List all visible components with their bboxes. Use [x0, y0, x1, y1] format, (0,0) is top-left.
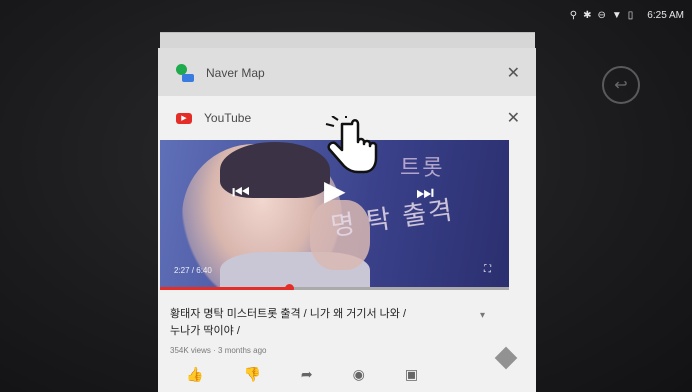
- wifi-icon: ▼: [611, 9, 622, 21]
- bluetooth-icon: ✱: [583, 9, 592, 21]
- video-time: 2:27 / 6:40: [174, 266, 212, 275]
- close-icon[interactable]: ✕: [507, 108, 520, 128]
- dnd-icon: ⊖: [597, 9, 606, 21]
- next-icon[interactable]: ⏭: [416, 182, 434, 205]
- share-icon[interactable]: ➦: [301, 366, 313, 383]
- video-actions: 👍 👎 ➦ ◉ ▣: [186, 366, 418, 383]
- status-time: 6:25 AM: [647, 9, 684, 21]
- back-button[interactable]: ↩: [602, 66, 640, 104]
- video-overlay-text: 트롯: [400, 156, 445, 181]
- video-progress-scrubber[interactable]: [285, 284, 295, 290]
- back-arrow-icon: ↩: [614, 77, 628, 94]
- video-title-line: 누나가 딱이야 /: [170, 325, 240, 337]
- previous-icon[interactable]: ⏮: [232, 182, 250, 205]
- naver-map-icon: [176, 64, 194, 82]
- thumbs-down-icon[interactable]: 👎: [243, 366, 260, 383]
- video-progress-bar[interactable]: [160, 284, 509, 290]
- video-overlay-text: 명 탁 출격: [328, 195, 457, 243]
- hand-cursor-icon: [325, 116, 378, 174]
- chevron-down-icon[interactable]: ▾: [480, 310, 485, 321]
- video-meta: 354K views · 3 months ago: [170, 346, 267, 355]
- recent-card-naver-map[interactable]: Naver Map ✕: [158, 48, 536, 99]
- location-icon: ⚲: [569, 9, 578, 21]
- thumbs-up-icon[interactable]: 👍: [186, 366, 203, 383]
- app-title: Naver Map: [206, 66, 265, 80]
- video-progress-fill: [160, 287, 290, 290]
- status-bar: ⚲ ✱ ⊖ ▼ ▯ 6:25 AM: [0, 0, 692, 30]
- close-icon[interactable]: ✕: [507, 63, 520, 83]
- video-title-line: 황태자 명탁 미스터트롯 출격 / 니가 왜 거기서 나와 /: [170, 308, 407, 320]
- add-to-playlist-icon[interactable]: ▣: [405, 366, 418, 383]
- video-title[interactable]: 황태자 명탁 미스터트롯 출격 / 니가 왜 거기서 나와 / 누나가 딱이야 …: [170, 306, 470, 340]
- comment-icon[interactable]: ◉: [353, 366, 365, 383]
- app-title: YouTube: [204, 111, 252, 125]
- youtube-icon: ▶: [176, 112, 192, 124]
- battery-icon: ▯: [627, 9, 634, 21]
- fullscreen-icon[interactable]: ⛶: [484, 264, 491, 275]
